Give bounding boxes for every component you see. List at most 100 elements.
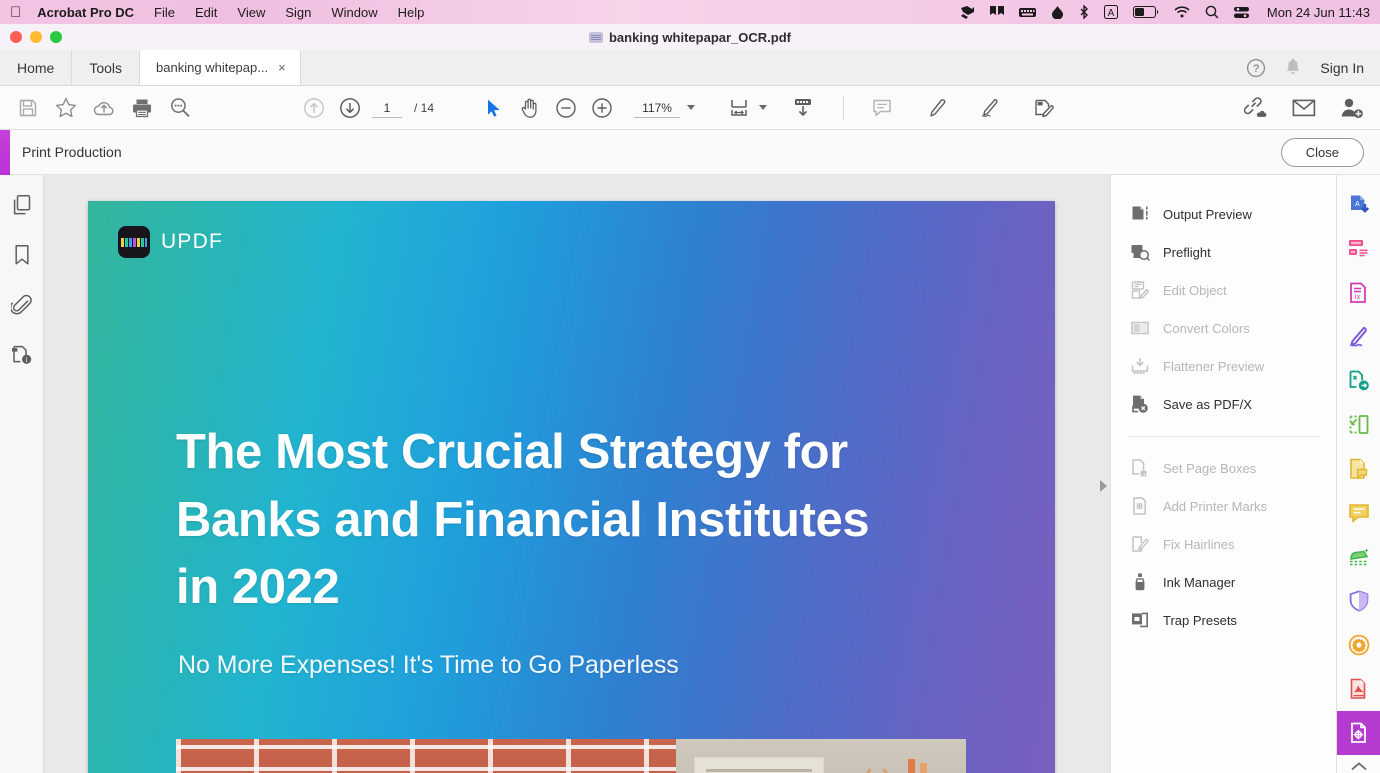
scroll-mode-icon[interactable] — [785, 93, 821, 123]
action-wizard-gear-icon[interactable] — [1337, 623, 1380, 667]
protect-shield-icon[interactable] — [1337, 579, 1380, 623]
print-icon[interactable] — [124, 93, 160, 123]
tools-button[interactable]: Tools — [72, 50, 141, 85]
page-number-input[interactable]: 1 — [372, 98, 402, 118]
edit-pdf-icon[interactable]: Ix — [1337, 271, 1380, 315]
create-pdf-icon[interactable] — [1337, 227, 1380, 271]
panel-item-ink-manager[interactable]: Ink Manager — [1111, 563, 1336, 601]
hand-tool-icon[interactable] — [512, 93, 548, 123]
next-page-icon[interactable] — [332, 93, 368, 123]
active-app-name[interactable]: Acrobat Pro DC — [37, 5, 134, 20]
panel-item-label: Convert Colors — [1163, 320, 1250, 336]
close-window-button[interactable] — [10, 31, 22, 43]
scan-and-ocr-icon[interactable] — [1337, 535, 1380, 579]
sign-in-button[interactable]: Sign In — [1320, 60, 1364, 76]
pdf-standards-icon[interactable] — [1337, 667, 1380, 711]
add-comment-icon[interactable] — [864, 93, 900, 123]
minimize-window-button[interactable] — [30, 31, 42, 43]
page-total-label: / 14 — [414, 100, 435, 115]
close-tab-icon[interactable]: × — [278, 61, 286, 74]
expand-right-panel-icon[interactable] — [1100, 480, 1107, 492]
bookmarks-icon[interactable] — [8, 241, 36, 269]
previous-page-icon[interactable] — [296, 93, 332, 123]
help-icon[interactable]: ? — [1246, 58, 1266, 78]
menubar-clock[interactable]: Mon 24 Jun 11:43 — [1267, 5, 1370, 20]
svg-text:A: A — [1355, 201, 1360, 208]
menu-window[interactable]: Window — [331, 5, 377, 20]
panel-item-label: Output Preview — [1163, 206, 1252, 222]
acrobat-window:  Acrobat Pro DC File Edit View Sign Win… — [0, 0, 1380, 773]
panel-item-trap-presets[interactable]: Trap Presets — [1111, 601, 1336, 639]
battery-icon[interactable] — [1132, 6, 1159, 18]
menu-view[interactable]: View — [237, 5, 265, 20]
search-document-icon[interactable] — [162, 93, 198, 123]
document-tab[interactable]: banking whitepap... × — [140, 50, 301, 85]
menu-help[interactable]: Help — [398, 5, 425, 20]
fit-page-dropdown[interactable] — [721, 93, 768, 123]
zoom-out-icon[interactable] — [548, 93, 584, 123]
updf-logo: UPDF — [118, 226, 223, 258]
print-production-icon[interactable] — [1336, 711, 1380, 755]
export-pdf-icon[interactable]: A — [1337, 183, 1380, 227]
zoom-level-dropdown[interactable]: 117% — [634, 98, 696, 118]
alfred-icon[interactable]: A — [1103, 5, 1118, 19]
panel-item-flattener-preview[interactable]: Flattener Preview — [1111, 347, 1336, 385]
maximize-window-button[interactable] — [50, 31, 62, 43]
pen-shape-2 — [920, 763, 927, 773]
shortcuts-icon[interactable] — [989, 5, 1004, 19]
panel-item-edit-object[interactable]: Edit Object — [1111, 271, 1336, 309]
wifi-icon[interactable] — [1174, 6, 1190, 18]
window-controls — [10, 31, 62, 43]
send-for-signature-icon[interactable] — [1337, 359, 1380, 403]
menu-file[interactable]: File — [154, 5, 175, 20]
droplet-icon[interactable] — [1051, 5, 1064, 19]
add-to-favorites-icon[interactable] — [48, 93, 84, 123]
panel-item-add-printer-marks[interactable]: Add Printer Marks — [1111, 487, 1336, 525]
dropbox-icon[interactable] — [960, 5, 975, 19]
organize-pages-icon[interactable] — [1337, 403, 1380, 447]
chevron-up-icon[interactable] — [1350, 761, 1368, 773]
highlight-text-icon[interactable] — [918, 93, 954, 123]
panel-item-set-page-boxes[interactable]: Set Page Boxes — [1111, 449, 1336, 487]
menu-sign[interactable]: Sign — [285, 5, 311, 20]
panel-item-label: Flattener Preview — [1163, 358, 1265, 374]
comment-document-icon[interactable] — [1337, 447, 1380, 491]
page-thumbnails-icon[interactable] — [8, 191, 36, 219]
pdf-file-icon — [588, 31, 603, 43]
bluetooth-icon[interactable] — [1079, 5, 1089, 19]
save-icon[interactable] — [10, 93, 46, 123]
keyboard-icon[interactable] — [1018, 7, 1036, 18]
share-with-people-icon[interactable] — [1334, 93, 1370, 123]
print-production-title: Print Production — [22, 144, 122, 160]
panel-item-label: Fix Hairlines — [1163, 536, 1235, 552]
panel-item-convert-colors[interactable]: Convert Colors — [1111, 309, 1336, 347]
fill-and-sign-icon[interactable] — [1026, 93, 1062, 123]
select-cursor-icon[interactable] — [476, 93, 512, 123]
panel-item-fix-hairlines[interactable]: Fix Hairlines — [1111, 525, 1336, 563]
apple-icon[interactable]:  — [10, 5, 21, 20]
fill-and-sign-icon[interactable] — [1337, 315, 1380, 359]
draw-freehand-icon[interactable] — [972, 93, 1008, 123]
panel-item-preflight[interactable]: Preflight — [1111, 233, 1336, 271]
document-viewport[interactable]: UPDF The Most Crucial Strategy for Banks… — [44, 175, 1092, 773]
send-email-icon[interactable] — [1286, 93, 1322, 123]
window-title-text: banking whitepapar_OCR.pdf — [608, 29, 791, 45]
notification-bell-icon[interactable] — [1284, 58, 1302, 78]
print-production-accent — [0, 129, 10, 175]
document-info-icon[interactable]: i — [8, 341, 36, 369]
search-icon[interactable] — [1205, 5, 1219, 19]
svg-text:i: i — [25, 356, 27, 364]
panel-item-save-as-pdfx[interactable]: Save as PDF/X — [1111, 385, 1336, 423]
cloud-upload-icon[interactable] — [86, 93, 122, 123]
chevron-down-icon — [687, 105, 696, 110]
attachments-icon[interactable] — [8, 291, 36, 319]
panel-item-output-preview[interactable]: Output Preview — [1111, 195, 1336, 233]
share-link-icon[interactable] — [1238, 93, 1274, 123]
control-center-icon[interactable] — [1233, 6, 1249, 19]
close-print-production-button[interactable]: Close — [1280, 137, 1364, 167]
fit-page-icon — [721, 93, 757, 123]
home-button[interactable]: Home — [0, 50, 73, 85]
comment-icon[interactable] — [1337, 491, 1380, 535]
zoom-in-icon[interactable] — [584, 93, 620, 123]
menu-edit[interactable]: Edit — [195, 5, 217, 20]
